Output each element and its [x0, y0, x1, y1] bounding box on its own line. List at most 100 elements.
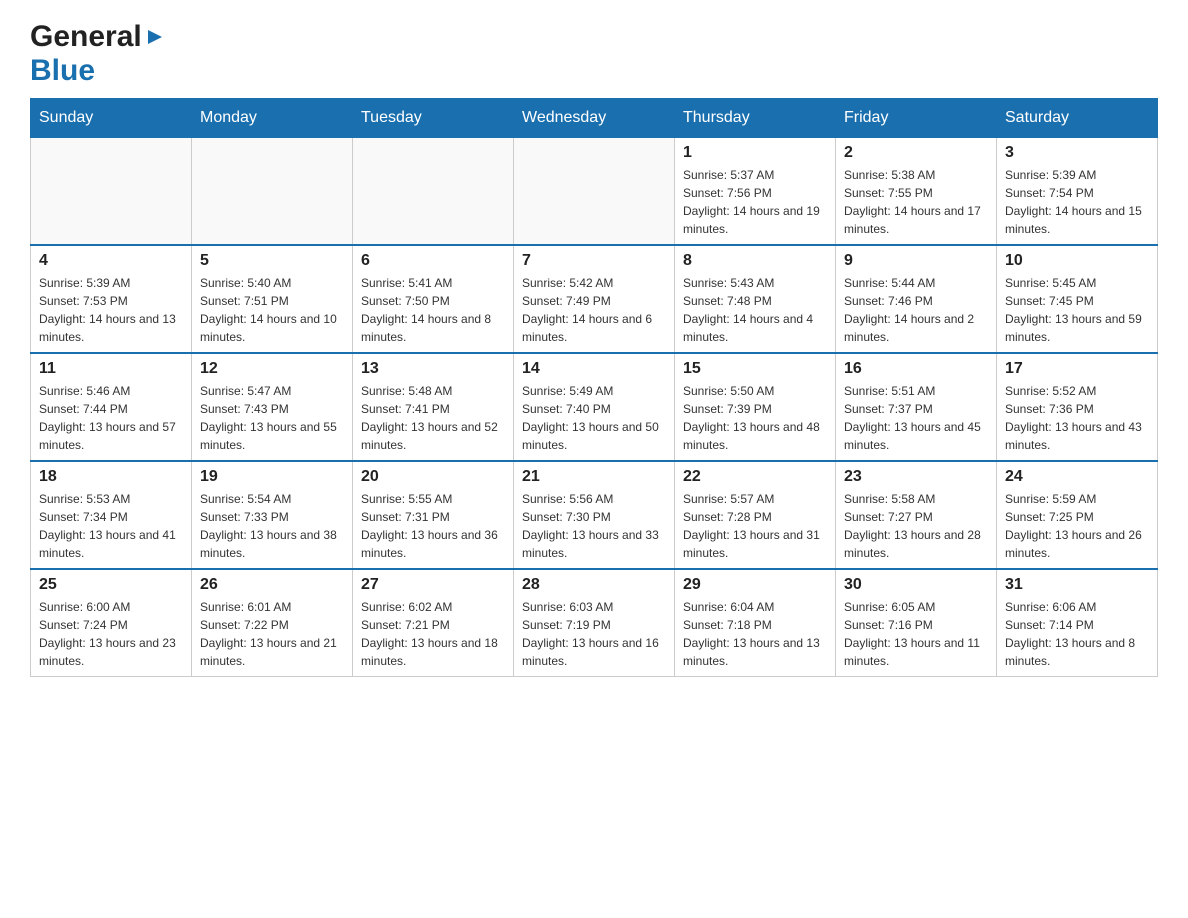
day-info: Sunrise: 5:46 AM Sunset: 7:44 PM Dayligh… — [39, 382, 183, 454]
calendar-cell: 23Sunrise: 5:58 AM Sunset: 7:27 PM Dayli… — [836, 461, 997, 569]
day-info: Sunrise: 6:06 AM Sunset: 7:14 PM Dayligh… — [1005, 598, 1149, 670]
calendar-cell: 27 Sunrise: 6:02 AM Sunset: 7:21 PM Dayli… — [353, 569, 514, 677]
day-info: Sunrise: 5:57 AM Sunset: 7:28 PM Dayligh… — [683, 490, 827, 562]
day-number: 25 — [39, 576, 183, 594]
calendar-cell: 2Sunrise: 5:38 AM Sunset: 7:55 PM Daylig… — [836, 138, 997, 246]
day-number: 3 — [1005, 144, 1149, 162]
calendar-cell: 18 Sunrise: 5:53 AM Sunset: 7:34 PM Dayli… — [31, 461, 192, 569]
day-number: 9 — [844, 252, 988, 270]
calendar-header-thursday: Thursday — [675, 99, 836, 138]
calendar-week-5: 25Sunrise: 6:00 AM Sunset: 7:24 PM Dayli… — [31, 569, 1158, 677]
calendar-cell: 1 Sunrise: 5:37 AM Sunset: 7:56 PM Daylig… — [675, 138, 836, 246]
calendar-cell: 12Sunrise: 5:47 AM Sunset: 7:43 PM Dayli… — [192, 353, 353, 461]
logo-arrow-icon — [144, 26, 166, 48]
calendar-week-2: 4 Sunrise: 5:39 AM Sunset: 7:53 PM Daylig… — [31, 245, 1158, 353]
day-number: 11 — [39, 360, 183, 378]
calendar-cell: 15 Sunrise: 5:50 AM Sunset: 7:39 PM Dayli… — [675, 353, 836, 461]
day-info: Sunrise: 6:05 AM Sunset: 7:16 PM Dayligh… — [844, 598, 988, 670]
calendar-cell: 19 Sunrise: 5:54 AM Sunset: 7:33 PM Dayli… — [192, 461, 353, 569]
calendar-cell: 29 Sunrise: 6:04 AM Sunset: 7:18 PM Dayli… — [675, 569, 836, 677]
day-info: Sunrise: 5:55 AM Sunset: 7:31 PM Dayligh… — [361, 490, 505, 562]
day-number: 7 — [522, 252, 666, 270]
day-info: Sunrise: 5:53 AM Sunset: 7:34 PM Dayligh… — [39, 490, 183, 562]
calendar-cell: 31 Sunrise: 6:06 AM Sunset: 7:14 PM Dayli… — [997, 569, 1158, 677]
day-info: Sunrise: 6:01 AM Sunset: 7:22 PM Dayligh… — [200, 598, 344, 670]
day-number: 16 — [844, 360, 988, 378]
logo-blue-text: Blue — [30, 54, 95, 87]
calendar-header-monday: Monday — [192, 99, 353, 138]
day-number: 31 — [1005, 576, 1149, 594]
day-number: 4 — [39, 252, 183, 270]
day-info: Sunrise: 5:42 AM Sunset: 7:49 PM Dayligh… — [522, 274, 666, 346]
calendar-header-friday: Friday — [836, 99, 997, 138]
calendar-cell: 5 Sunrise: 5:40 AM Sunset: 7:51 PM Daylig… — [192, 245, 353, 353]
calendar-cell: 11 Sunrise: 5:46 AM Sunset: 7:44 PM Dayli… — [31, 353, 192, 461]
day-number: 14 — [522, 360, 666, 378]
day-info: Sunrise: 6:04 AM Sunset: 7:18 PM Dayligh… — [683, 598, 827, 670]
day-info: Sunrise: 5:50 AM Sunset: 7:39 PM Dayligh… — [683, 382, 827, 454]
calendar-header-saturday: Saturday — [997, 99, 1158, 138]
calendar-cell: 4 Sunrise: 5:39 AM Sunset: 7:53 PM Daylig… — [31, 245, 192, 353]
calendar-cell: 25Sunrise: 6:00 AM Sunset: 7:24 PM Dayli… — [31, 569, 192, 677]
calendar-cell: 6 Sunrise: 5:41 AM Sunset: 7:50 PM Daylig… — [353, 245, 514, 353]
day-number: 21 — [522, 468, 666, 486]
day-number: 18 — [39, 468, 183, 486]
calendar-cell: 22 Sunrise: 5:57 AM Sunset: 7:28 PM Dayli… — [675, 461, 836, 569]
day-info: Sunrise: 5:49 AM Sunset: 7:40 PM Dayligh… — [522, 382, 666, 454]
calendar-header-row: SundayMondayTuesdayWednesdayThursdayFrid… — [31, 99, 1158, 138]
calendar-week-3: 11 Sunrise: 5:46 AM Sunset: 7:44 PM Dayli… — [31, 353, 1158, 461]
day-number: 12 — [200, 360, 344, 378]
calendar-cell — [192, 138, 353, 246]
day-number: 20 — [361, 468, 505, 486]
calendar-cell: 10 Sunrise: 5:45 AM Sunset: 7:45 PM Dayli… — [997, 245, 1158, 353]
day-info: Sunrise: 5:37 AM Sunset: 7:56 PM Dayligh… — [683, 166, 827, 238]
day-number: 6 — [361, 252, 505, 270]
day-number: 27 — [361, 576, 505, 594]
calendar-cell: 13 Sunrise: 5:48 AM Sunset: 7:41 PM Dayli… — [353, 353, 514, 461]
day-number: 22 — [683, 468, 827, 486]
day-number: 24 — [1005, 468, 1149, 486]
day-number: 15 — [683, 360, 827, 378]
calendar-cell: 24 Sunrise: 5:59 AM Sunset: 7:25 PM Dayli… — [997, 461, 1158, 569]
calendar-cell: 3 Sunrise: 5:39 AM Sunset: 7:54 PM Daylig… — [997, 138, 1158, 246]
day-info: Sunrise: 5:54 AM Sunset: 7:33 PM Dayligh… — [200, 490, 344, 562]
day-info: Sunrise: 5:45 AM Sunset: 7:45 PM Dayligh… — [1005, 274, 1149, 346]
day-number: 13 — [361, 360, 505, 378]
day-info: Sunrise: 5:39 AM Sunset: 7:53 PM Dayligh… — [39, 274, 183, 346]
day-number: 5 — [200, 252, 344, 270]
day-info: Sunrise: 6:02 AM Sunset: 7:21 PM Dayligh… — [361, 598, 505, 670]
day-info: Sunrise: 5:56 AM Sunset: 7:30 PM Dayligh… — [522, 490, 666, 562]
calendar-cell: 9 Sunrise: 5:44 AM Sunset: 7:46 PM Daylig… — [836, 245, 997, 353]
day-info: Sunrise: 5:41 AM Sunset: 7:50 PM Dayligh… — [361, 274, 505, 346]
day-info: Sunrise: 5:52 AM Sunset: 7:36 PM Dayligh… — [1005, 382, 1149, 454]
day-number: 2 — [844, 144, 988, 162]
day-number: 23 — [844, 468, 988, 486]
logo: General Blue — [30, 20, 166, 88]
day-info: Sunrise: 5:44 AM Sunset: 7:46 PM Dayligh… — [844, 274, 988, 346]
day-info: Sunrise: 5:59 AM Sunset: 7:25 PM Dayligh… — [1005, 490, 1149, 562]
calendar-cell: 17 Sunrise: 5:52 AM Sunset: 7:36 PM Dayli… — [997, 353, 1158, 461]
calendar-week-4: 18 Sunrise: 5:53 AM Sunset: 7:34 PM Dayli… — [31, 461, 1158, 569]
calendar-cell — [353, 138, 514, 246]
day-number: 19 — [200, 468, 344, 486]
calendar-cell: 7 Sunrise: 5:42 AM Sunset: 7:49 PM Daylig… — [514, 245, 675, 353]
day-info: Sunrise: 5:40 AM Sunset: 7:51 PM Dayligh… — [200, 274, 344, 346]
day-info: Sunrise: 5:39 AM Sunset: 7:54 PM Dayligh… — [1005, 166, 1149, 238]
calendar-cell: 16 Sunrise: 5:51 AM Sunset: 7:37 PM Dayli… — [836, 353, 997, 461]
day-info: Sunrise: 5:51 AM Sunset: 7:37 PM Dayligh… — [844, 382, 988, 454]
calendar-cell — [31, 138, 192, 246]
calendar-cell: 28Sunrise: 6:03 AM Sunset: 7:19 PM Dayli… — [514, 569, 675, 677]
logo-general-text: General — [30, 20, 142, 54]
day-number: 1 — [683, 144, 827, 162]
calendar-cell: 8Sunrise: 5:43 AM Sunset: 7:48 PM Daylig… — [675, 245, 836, 353]
day-number: 28 — [522, 576, 666, 594]
day-number: 29 — [683, 576, 827, 594]
calendar-table: SundayMondayTuesdayWednesdayThursdayFrid… — [30, 98, 1158, 677]
day-number: 26 — [200, 576, 344, 594]
day-number: 10 — [1005, 252, 1149, 270]
calendar-header-wednesday: Wednesday — [514, 99, 675, 138]
calendar-cell: 14 Sunrise: 5:49 AM Sunset: 7:40 PM Dayli… — [514, 353, 675, 461]
day-number: 17 — [1005, 360, 1149, 378]
calendar-week-1: 1 Sunrise: 5:37 AM Sunset: 7:56 PM Daylig… — [31, 138, 1158, 246]
day-info: Sunrise: 5:48 AM Sunset: 7:41 PM Dayligh… — [361, 382, 505, 454]
